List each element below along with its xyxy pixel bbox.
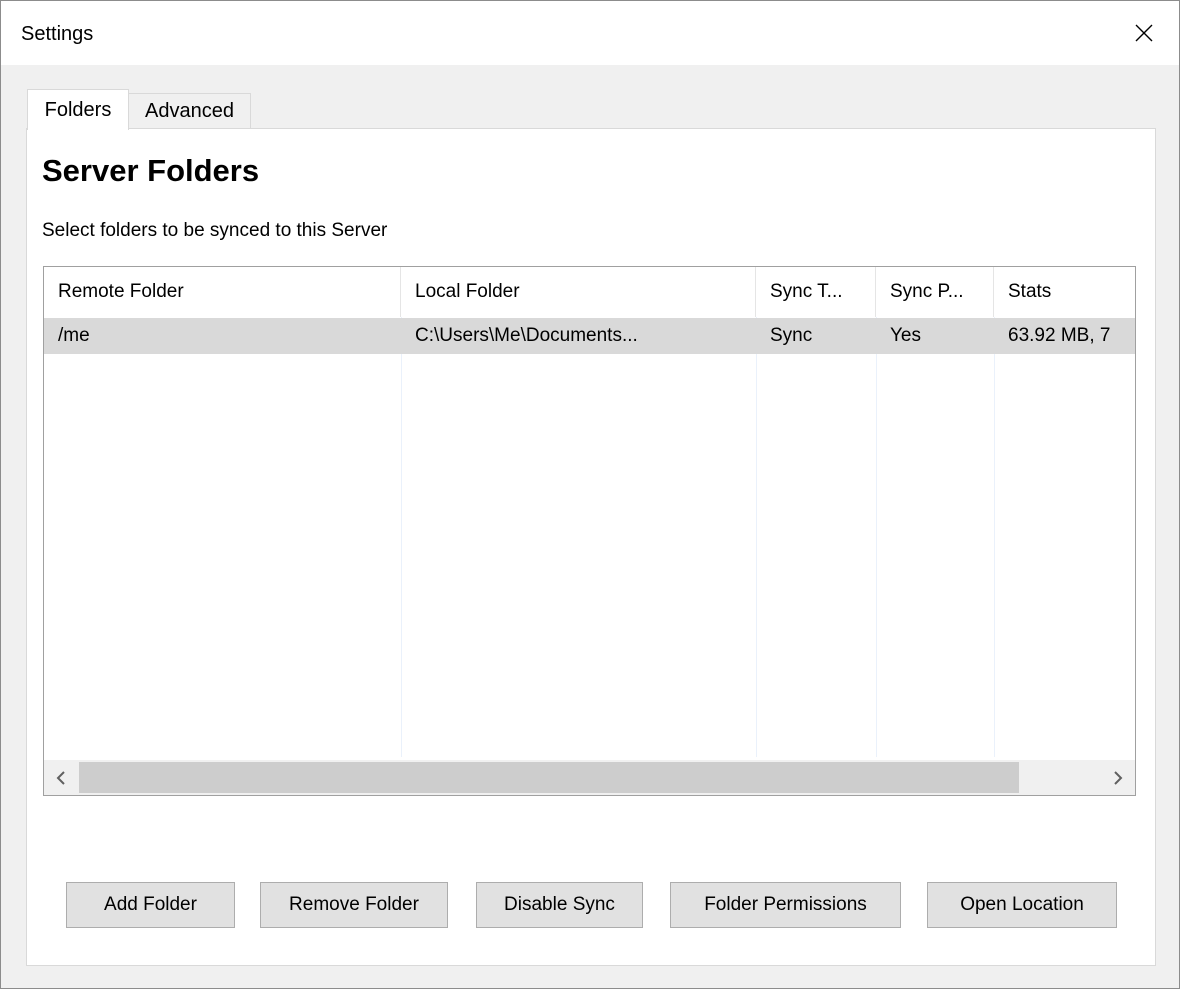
cell-sync-permissions: Yes	[890, 325, 921, 346]
server-folders-list[interactable]: Remote Folder Local Folder Sync T... Syn…	[43, 266, 1136, 796]
page-title: Server Folders	[42, 153, 260, 188]
title-bar: Settings	[1, 1, 1179, 65]
folders-panel: Server Folders Select folders to be sync…	[26, 128, 1156, 966]
close-icon	[1135, 24, 1153, 42]
tab-folders[interactable]: Folders	[27, 89, 129, 130]
column-header-sync-permissions[interactable]: Sync P...	[876, 267, 994, 317]
disable-sync-button[interactable]: Disable Sync	[476, 882, 643, 928]
column-divider	[756, 317, 757, 757]
chevron-right-icon	[1114, 770, 1123, 785]
column-divider	[876, 317, 877, 757]
close-button[interactable]	[1109, 1, 1179, 65]
column-header-local-folder[interactable]: Local Folder	[401, 267, 756, 317]
page-subtitle: Select folders to be synced to this Serv…	[42, 220, 388, 241]
column-header-stats[interactable]: Stats	[994, 267, 1135, 317]
column-divider	[994, 317, 995, 757]
window-title: Settings	[21, 23, 94, 45]
chevron-left-icon	[56, 770, 65, 785]
scroll-right-button[interactable]	[1101, 760, 1135, 795]
column-header-remote-folder[interactable]: Remote Folder	[44, 267, 401, 317]
cell-local-folder: C:\Users\Me\Documents...	[415, 325, 638, 346]
column-divider	[401, 317, 402, 757]
folder-permissions-button[interactable]: Folder Permissions	[670, 882, 901, 928]
column-header-sync-type[interactable]: Sync T...	[756, 267, 876, 317]
add-folder-button[interactable]: Add Folder	[66, 882, 235, 928]
scroll-left-button[interactable]	[44, 760, 78, 795]
scrollbar-thumb[interactable]	[79, 762, 1019, 793]
settings-window: Settings Folders Advanced Server Folders…	[0, 0, 1180, 989]
cell-sync-type: Sync	[770, 325, 813, 346]
horizontal-scrollbar[interactable]	[44, 760, 1135, 795]
cell-stats: 63.92 MB, 7	[1008, 325, 1111, 346]
table-row[interactable]: /me C:\Users\Me\Documents... Sync Yes 63…	[44, 318, 1135, 354]
remove-folder-button[interactable]: Remove Folder	[260, 882, 448, 928]
open-location-button[interactable]: Open Location	[927, 882, 1117, 928]
tab-folders-label: Folders	[44, 98, 112, 121]
cell-remote-folder: /me	[58, 325, 90, 346]
tab-advanced-label: Advanced	[145, 99, 234, 122]
tab-advanced[interactable]: Advanced	[129, 93, 251, 128]
